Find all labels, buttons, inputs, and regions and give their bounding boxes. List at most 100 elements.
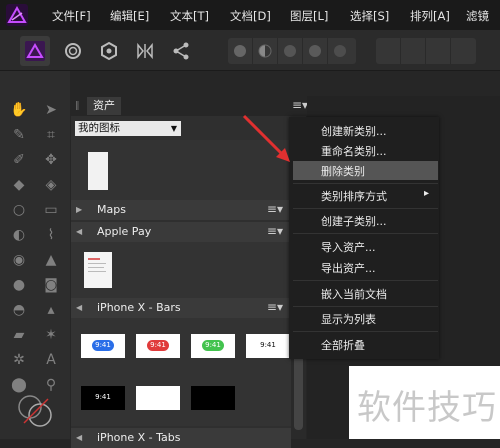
section-label: Apple Pay xyxy=(97,225,152,238)
menu-item-label: 类别排序方式 xyxy=(321,190,387,203)
context-menu: 创建新类别... 重命名类别... 删除类别 类别排序方式 ▸ 创建子类别...… xyxy=(289,117,439,359)
vector-brush-icon[interactable]: ◆ xyxy=(10,176,28,194)
rect-tool-icon[interactable]: ▭ xyxy=(42,201,60,219)
tab-assets[interactable]: 资产 xyxy=(87,97,121,115)
pixel-persona-icon[interactable] xyxy=(58,36,88,66)
color-picker-icon[interactable]: ● xyxy=(10,276,28,294)
menu-item-rename-category[interactable]: 重命名类别... xyxy=(289,141,439,160)
subtract-op-icon[interactable] xyxy=(253,38,278,64)
ellipse-tool-icon[interactable]: ○ xyxy=(10,201,28,219)
pencil-tool-icon[interactable]: ✐ xyxy=(10,151,28,169)
status-bar-thumbnail[interactable]: 9:41 xyxy=(191,334,235,358)
menu-item-label: 删除类别 xyxy=(321,165,365,178)
eraser-tool-icon[interactable]: ▰ xyxy=(10,326,28,344)
menu-file[interactable]: 文件[F] xyxy=(52,8,91,24)
pen-tool-icon[interactable]: ✎ xyxy=(10,126,28,144)
menu-divider xyxy=(293,233,438,234)
status-bar-thumbnail[interactable]: 9:41 xyxy=(246,334,290,358)
scrollbar-thumb[interactable] xyxy=(294,350,303,430)
collapse-icon: ◀ xyxy=(76,303,83,312)
expand-icon: ▶ xyxy=(76,205,83,214)
menu-item-embed-document[interactable]: 嵌入当前文档 xyxy=(289,284,439,303)
xor-op-icon[interactable] xyxy=(303,38,328,64)
shape-tool-icon[interactable]: ▲ xyxy=(42,251,60,269)
spray-tool-icon[interactable]: ✲ xyxy=(10,351,28,369)
status-text: 9:41 xyxy=(95,393,111,401)
menu-select[interactable]: 选择[S] xyxy=(350,8,389,24)
menu-item-label: 导入资产... xyxy=(321,241,376,254)
watermark: 软件技巧 xyxy=(349,366,500,439)
brush-tool-icon[interactable]: ⌇ xyxy=(42,226,60,244)
status-bar-thumbnail[interactable] xyxy=(191,386,235,410)
menu-document[interactable]: 文档[D] xyxy=(230,8,271,24)
annotation-arrow-icon xyxy=(242,114,290,162)
intersect-op-icon[interactable] xyxy=(278,38,303,64)
triangle-tool-icon[interactable]: ▴ xyxy=(42,301,60,319)
menu-divider xyxy=(293,280,438,281)
status-bar-thumbnail[interactable]: 9:41 xyxy=(136,334,180,358)
section-menu-icon[interactable]: ≡▾ xyxy=(267,199,283,219)
menu-arrange[interactable]: 排列[A] xyxy=(410,8,450,24)
star-tool-icon[interactable]: ✶ xyxy=(42,326,60,344)
section-apple-pay[interactable]: ◀ Apple Pay ≡▾ xyxy=(71,222,291,242)
menu-item-sort-category[interactable]: 类别排序方式 ▸ xyxy=(289,186,439,205)
color-swatches-icon[interactable] xyxy=(16,391,56,431)
person-tool-icon[interactable]: ◙ xyxy=(42,276,60,294)
section-label: iPhone X - Bars xyxy=(97,301,181,314)
menu-edit[interactable]: 编辑[E] xyxy=(110,8,149,24)
menu-item-delete-category[interactable]: 删除类别 xyxy=(293,161,438,180)
asset-thumbnail[interactable] xyxy=(84,252,112,288)
text-tool-icon[interactable]: A xyxy=(42,351,60,369)
status-bar-thumbnail[interactable] xyxy=(136,386,180,410)
section-maps[interactable]: ▶ Maps ≡▾ xyxy=(71,200,291,220)
menu-filter[interactable]: 滤镜 xyxy=(466,8,489,24)
menu-item-create-category[interactable]: 创建新类别... xyxy=(289,121,439,140)
share-icon[interactable] xyxy=(166,36,196,66)
divide-op-icon[interactable] xyxy=(328,38,352,64)
category-select[interactable]: 我的图标 ▼ xyxy=(75,121,181,136)
add-op-icon[interactable] xyxy=(228,38,253,64)
menu-text[interactable]: 文本[T] xyxy=(170,8,209,24)
menu-item-label: 显示为列表 xyxy=(321,313,376,326)
menu-item-create-subcategory[interactable]: 创建子类别... xyxy=(289,211,439,230)
align-right-icon[interactable] xyxy=(426,38,451,64)
align-group xyxy=(376,38,476,64)
section-iphone-bars[interactable]: ◀ iPhone X - Bars ≡▾ xyxy=(71,298,291,318)
transparency-tool-icon[interactable]: ◐ xyxy=(10,226,28,244)
menu-item-label: 嵌入当前文档 xyxy=(321,288,387,301)
align-left-icon[interactable] xyxy=(376,38,401,64)
move-tool-icon[interactable]: ➤ xyxy=(42,101,60,119)
status-pill: 9:41 xyxy=(202,340,224,351)
menu-item-collapse-all[interactable]: 全部折叠 xyxy=(289,335,439,354)
fill-tool-icon[interactable]: ◈ xyxy=(42,176,60,194)
section-label: Maps xyxy=(97,203,126,216)
hand-tool-icon[interactable]: ✋ xyxy=(10,101,28,119)
menu-item-label: 创建新类别... xyxy=(321,125,387,138)
watermark-text: 软件技巧 xyxy=(357,388,497,428)
menu-divider xyxy=(293,183,438,184)
menu-item-show-as-list[interactable]: 显示为列表 xyxy=(289,309,439,328)
gradient-tool-icon[interactable]: ◉ xyxy=(10,251,28,269)
droplet-tool-icon[interactable]: ◓ xyxy=(10,301,28,319)
chevron-down-icon: ▼ xyxy=(170,124,177,133)
crop-tool-icon[interactable]: ⌗ xyxy=(42,126,60,144)
status-bar-thumbnail[interactable]: 9:41 xyxy=(81,386,125,410)
symmetry-icon[interactable] xyxy=(130,36,160,66)
align-center-icon[interactable] xyxy=(401,38,426,64)
export-persona-icon[interactable] xyxy=(94,36,124,66)
panel-grip-icon[interactable]: ‖ xyxy=(75,101,80,111)
category-select-value: 我的图标 xyxy=(78,122,120,134)
menu-divider xyxy=(293,331,438,332)
status-pill: 9:41 xyxy=(92,340,114,351)
section-menu-icon[interactable]: ≡▾ xyxy=(267,221,283,241)
menu-item-import-assets[interactable]: 导入资产... xyxy=(289,237,439,256)
menu-layer[interactable]: 图层[L] xyxy=(290,8,328,24)
distribute-icon[interactable] xyxy=(451,38,475,64)
asset-thumbnail[interactable] xyxy=(88,152,108,190)
menu-item-export-assets[interactable]: 导出资产... xyxy=(289,258,439,277)
status-bar-thumbnail[interactable]: 9:41 xyxy=(81,334,125,358)
section-iphone-tabs[interactable]: ◀ iPhone X - Tabs xyxy=(71,428,291,448)
node-tool-icon[interactable]: ✥ xyxy=(42,151,60,169)
section-menu-icon[interactable]: ≡▾ xyxy=(267,297,283,317)
designer-persona-icon[interactable] xyxy=(20,36,50,66)
